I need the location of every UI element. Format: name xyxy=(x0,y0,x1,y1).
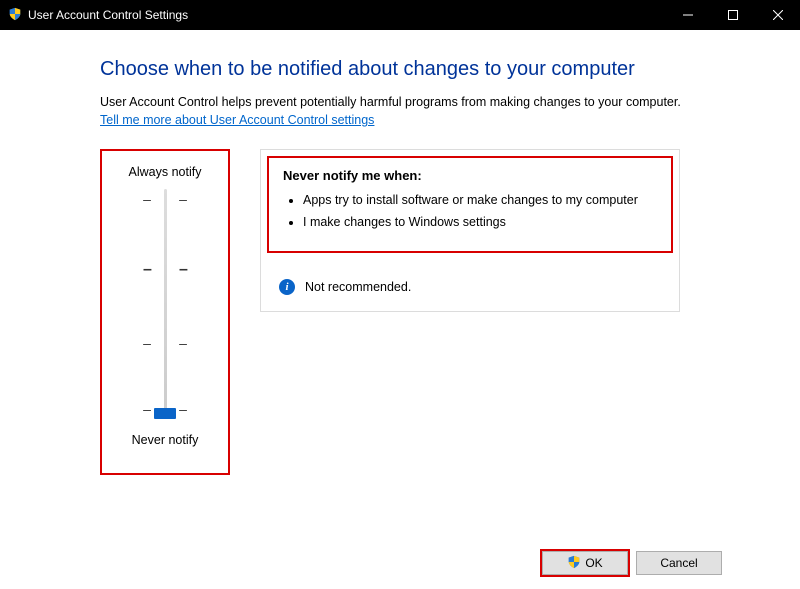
info-highlight: Never notify me when: Apps try to instal… xyxy=(267,156,673,253)
close-button[interactable] xyxy=(755,0,800,30)
info-icon: i xyxy=(279,279,295,295)
ok-button[interactable]: OK xyxy=(542,551,628,575)
recommendation-row: i Not recommended. xyxy=(261,259,679,311)
cancel-button[interactable]: Cancel xyxy=(636,551,722,575)
info-bullet: I make changes to Windows settings xyxy=(303,215,657,229)
slider-top-label: Always notify xyxy=(102,165,228,179)
window-title: User Account Control Settings xyxy=(28,8,665,22)
help-link[interactable]: Tell me more about User Account Control … xyxy=(100,113,374,127)
info-panel: Never notify me when: Apps try to instal… xyxy=(260,149,680,312)
slider-bottom-label: Never notify xyxy=(102,433,228,447)
content-area: Choose when to be notified about changes… xyxy=(0,30,800,475)
maximize-button[interactable] xyxy=(710,0,755,30)
slider-thumb[interactable] xyxy=(154,408,176,419)
page-heading: Choose when to be notified about changes… xyxy=(100,58,800,81)
footer-buttons: OK Cancel xyxy=(542,551,722,575)
titlebar: User Account Control Settings xyxy=(0,0,800,30)
info-bullet: Apps try to install software or make cha… xyxy=(303,193,657,207)
info-title: Never notify me when: xyxy=(283,168,657,183)
shield-icon xyxy=(567,555,581,572)
intro-text: User Account Control helps prevent poten… xyxy=(100,95,800,109)
minimize-button[interactable] xyxy=(665,0,710,30)
shield-icon xyxy=(8,7,22,24)
uac-slider[interactable]: –– –– –– –– xyxy=(102,189,228,419)
recommendation-text: Not recommended. xyxy=(305,280,411,294)
slider-panel: Always notify –– –– –– –– Never notify xyxy=(100,149,230,475)
